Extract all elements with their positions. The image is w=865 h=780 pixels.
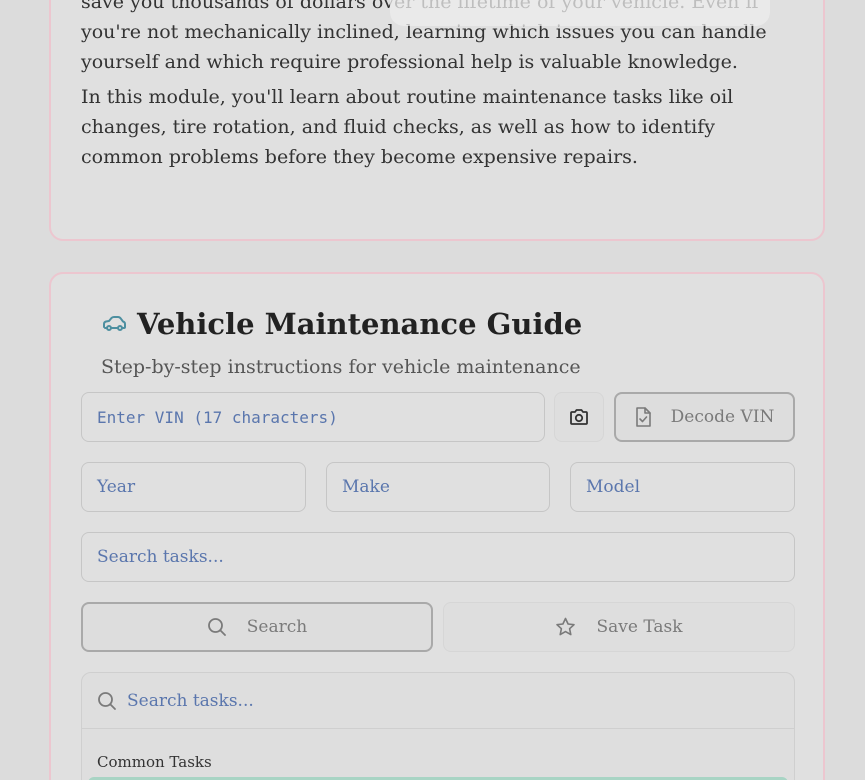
search-icon bbox=[207, 617, 227, 637]
task-search-placeholder: Search tasks... bbox=[97, 547, 224, 567]
camera-scan-button[interactable] bbox=[554, 392, 604, 442]
save-task-button[interactable]: Save Task bbox=[443, 602, 795, 652]
page-title: Vehicle Maintenance Guide bbox=[137, 307, 583, 341]
maintenance-guide-card: Vehicle Maintenance Guide Step-by-step i… bbox=[49, 272, 825, 780]
task-panel: Search tasks... Common Tasks bbox=[81, 672, 795, 780]
panel-search-input[interactable]: Search tasks... bbox=[82, 673, 794, 729]
year-placeholder: Year bbox=[97, 477, 136, 497]
save-task-label: Save Task bbox=[596, 617, 683, 637]
vin-input[interactable]: Enter VIN (17 characters) bbox=[81, 392, 545, 442]
make-input[interactable]: Make bbox=[326, 462, 550, 512]
model-placeholder: Model bbox=[586, 477, 641, 497]
model-input[interactable]: Model bbox=[570, 462, 795, 512]
intro-card: save you thousands of dollars over the l… bbox=[49, 0, 825, 241]
intro-paragraph-2: In this module, you'll learn about routi… bbox=[81, 86, 734, 168]
decode-vin-button[interactable]: Decode VIN bbox=[614, 392, 795, 442]
panel-search-placeholder: Search tasks... bbox=[127, 690, 254, 711]
search-button[interactable]: Search bbox=[81, 602, 433, 652]
floating-overlay bbox=[390, 0, 770, 26]
file-check-icon bbox=[635, 407, 651, 427]
make-placeholder: Make bbox=[342, 477, 390, 497]
year-input[interactable]: Year bbox=[81, 462, 306, 512]
vin-placeholder: Enter VIN (17 characters) bbox=[97, 407, 338, 427]
page-subtitle: Step-by-step instructions for vehicle ma… bbox=[101, 356, 581, 378]
star-icon bbox=[555, 617, 576, 637]
search-icon bbox=[97, 691, 117, 711]
decode-vin-label: Decode VIN bbox=[670, 407, 775, 427]
common-tasks-heading: Common Tasks bbox=[97, 753, 212, 771]
task-search-input[interactable]: Search tasks... bbox=[81, 532, 795, 582]
guide-header: Vehicle Maintenance Guide bbox=[101, 307, 582, 341]
car-icon bbox=[101, 314, 127, 334]
camera-icon bbox=[569, 408, 589, 426]
search-button-label: Search bbox=[246, 617, 308, 637]
